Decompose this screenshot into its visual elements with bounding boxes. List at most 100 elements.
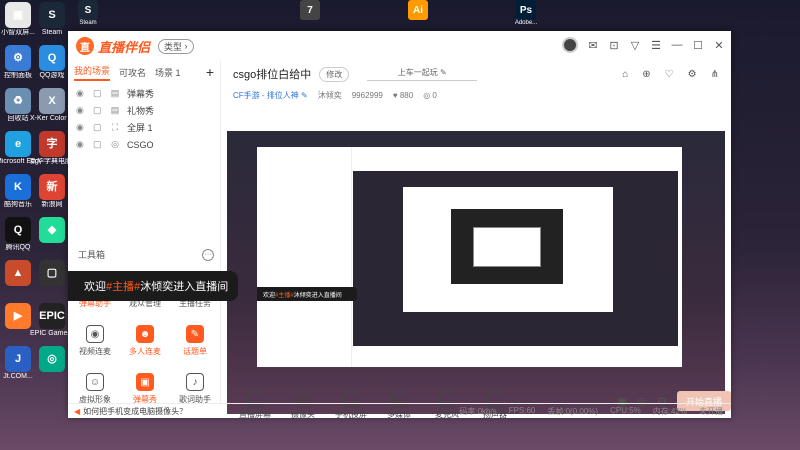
tool-icon: ♪ [186, 373, 204, 391]
room-info: CF手游 - 排位人神 ✎ 沐倾奕 9962999 ♥ 880 ◎ 0 [221, 87, 731, 103]
category-link[interactable]: CF手游 - 排位人神 ✎ [233, 90, 308, 101]
store-icon[interactable]: ⌂ [622, 69, 628, 80]
mail-icon[interactable]: ✉ [587, 39, 599, 52]
lock-icon[interactable]: ▢ [93, 105, 103, 116]
room-id: 9962999 [351, 90, 383, 100]
stream-preview[interactable]: 欢迎 #主播# 沐倾奕进入直播间 [227, 131, 725, 414]
app-icon: ▢ [39, 260, 65, 286]
close-button[interactable]: ✕ [713, 39, 725, 52]
source-row[interactable]: ◉ ▢ ▤ 弹幕秀 [68, 85, 220, 102]
epic-icon: EPIC [39, 303, 65, 329]
eye-icon[interactable]: ◉ [76, 105, 86, 116]
desktop-top-shortcut[interactable]: Ai [400, 0, 436, 20]
avatar[interactable] [562, 37, 578, 53]
skin-icon[interactable]: ▽ [629, 39, 641, 52]
eye-icon[interactable]: ◉ [76, 88, 86, 99]
tool-icon: ◉ [86, 325, 104, 343]
status-bar: ◀ 如何把手机变成电脑摄像头？ 码率:0kb/s FPS:60 丢帧:0(0.00… [68, 403, 731, 418]
app-icon: 字 [39, 131, 65, 157]
nested-window-3 [451, 209, 563, 284]
desktop-top-label: Steam [79, 20, 97, 26]
source-row[interactable]: ◉ ▢ ⛶ 全屏 1 [68, 119, 220, 136]
app-icon: 7 [300, 0, 320, 20]
app-icon: 新 [39, 174, 65, 200]
slogan-text: 上车一起玩 [397, 68, 438, 77]
title-bar: 直 直播伴侣 类型 › ✉ ⊡ ▽ ☰ — ☐ ✕ [68, 31, 731, 61]
tab-scene-b[interactable]: 可攻名 [119, 66, 146, 79]
toast-highlight: #主播# [106, 281, 141, 293]
nested-toast-highlight: #主播# [275, 292, 294, 299]
nested-left-panel [257, 147, 352, 367]
illustrator-icon: Ai [408, 0, 428, 20]
tool-item[interactable]: ✎ 话题单 [170, 319, 220, 363]
tool-item[interactable]: ◉ 视频连麦 [70, 319, 120, 363]
screen-icon[interactable]: ⊡ [608, 39, 620, 52]
toast-suffix: 沐倾奕进入直播间 [140, 281, 229, 293]
tool-icon: ▣ [136, 373, 154, 391]
dropped-frames: 丢帧:0(0.00%) [547, 406, 599, 416]
desktop-shortcut-label: Jt.COM... [3, 373, 33, 380]
steam-icon: S [78, 0, 98, 20]
tool-label: 话题单 [183, 347, 207, 356]
warning-icon: ◀ [74, 406, 81, 416]
desktop-top-label: Adobe... [514, 20, 538, 26]
nested-toast-prefix: 欢迎 [263, 292, 276, 299]
source-name: 全屏 1 [127, 123, 153, 133]
desktop-top-shortcut[interactable]: 7 [292, 0, 328, 20]
fans-count: ♥ 880 [392, 90, 414, 100]
tool-icon: ☺ [86, 373, 104, 391]
slogan-field[interactable]: 上车一起玩 ✎ [367, 67, 478, 81]
app-logo: 直 直播伴侣 [76, 37, 150, 56]
toast-prefix: 欢迎 [84, 281, 106, 293]
shield-icon[interactable]: ♡ [665, 69, 674, 80]
share-icon[interactable]: ⋔ [711, 69, 719, 80]
maximize-button[interactable]: ☐ [692, 39, 704, 52]
app-icon: ◆ [39, 217, 65, 243]
edit-title-button[interactable]: 修改 [319, 66, 350, 82]
source-type-icon: ▤ [110, 88, 120, 98]
tool-item[interactable]: ☻ 多人连麦 [120, 319, 170, 363]
memory-usage: 内存:42% [652, 406, 687, 416]
source-row[interactable]: ◉ ▢ ▤ 礼物秀 [68, 102, 220, 119]
left-panel: 我的场景 可攻名 场景 1 + ◉ ▢ ▤ 弹幕秀 ◉ ▢ ▤ 礼物秀 ◉ ▢ ⛶ 全屏 1 ◉ ▢ ◎ CS… [68, 61, 221, 404]
lock-icon[interactable]: ⊕ [642, 69, 650, 80]
qq-game-icon: Q [39, 45, 65, 71]
tool-label: 视频连麦 [79, 347, 111, 356]
lock-icon[interactable]: ▢ [93, 88, 103, 99]
lock-icon[interactable]: ▢ [93, 122, 103, 133]
more-icon[interactable]: ··· [202, 248, 214, 261]
app-icon: X [39, 88, 65, 114]
edge-icon: e [5, 131, 31, 157]
tab-scene-1[interactable]: 场景 1 [155, 66, 181, 79]
type-button[interactable]: 类型 › [158, 38, 194, 54]
source-row[interactable]: ◉ ▢ ◎ CSGO [68, 136, 220, 153]
cpu-usage: CPU:5% [610, 405, 641, 415]
source-type-icon: ▤ [110, 105, 120, 115]
nested-main [353, 171, 678, 346]
main-toolbar: ⌂ ⊕ ♡ ⚙ ⋔ [622, 69, 719, 80]
desktop-top-shortcut[interactable]: S Steam [70, 0, 106, 26]
lock-icon[interactable]: ▢ [93, 139, 103, 150]
settings-icon[interactable]: ⚙ [688, 69, 697, 80]
eye-icon[interactable]: ◉ [76, 139, 86, 150]
main-area: csgo排位白给中 修改 上车一起玩 ✎ ⌂ ⊕ ♡ ⚙ ⋔ CF手游 - 排位… [221, 61, 731, 419]
category-text: CF手游 - 排位人神 [233, 90, 299, 100]
tool-icon: ✎ [186, 325, 204, 343]
source-name: 弹幕秀 [127, 89, 155, 99]
stream-stats: 码率:0kb/s FPS:60 丢帧:0(0.00%) CPU:5% 内存:42… [459, 406, 723, 417]
control-panel-icon: ⚙ [5, 45, 31, 71]
tab-my-scenes[interactable]: 我的场景 [74, 64, 111, 81]
widget-icon: ▣ [5, 2, 31, 28]
menu-icon[interactable]: ☰ [650, 39, 662, 52]
logo-icon: 直 [76, 37, 94, 55]
window-controls: ✉ ⊡ ▽ ☰ — ☐ ✕ [562, 37, 725, 53]
desktop-top-shortcut[interactable]: Ps Adobe... [508, 0, 544, 26]
nested-toast-suffix: 沐倾奕进入直播间 [293, 292, 342, 299]
logo-text: 直播伴侣 [98, 39, 151, 55]
help-tip[interactable]: ◀ 如何把手机变成电脑摄像头？ [74, 406, 187, 417]
add-scene-button[interactable]: + [206, 64, 214, 80]
source-type-icon: ⛶ [111, 122, 119, 132]
minimize-button[interactable]: — [671, 39, 683, 51]
eye-icon[interactable]: ◉ [76, 122, 86, 133]
nested-preview: 欢迎 #主播# 沐倾奕进入直播间 [257, 147, 682, 367]
